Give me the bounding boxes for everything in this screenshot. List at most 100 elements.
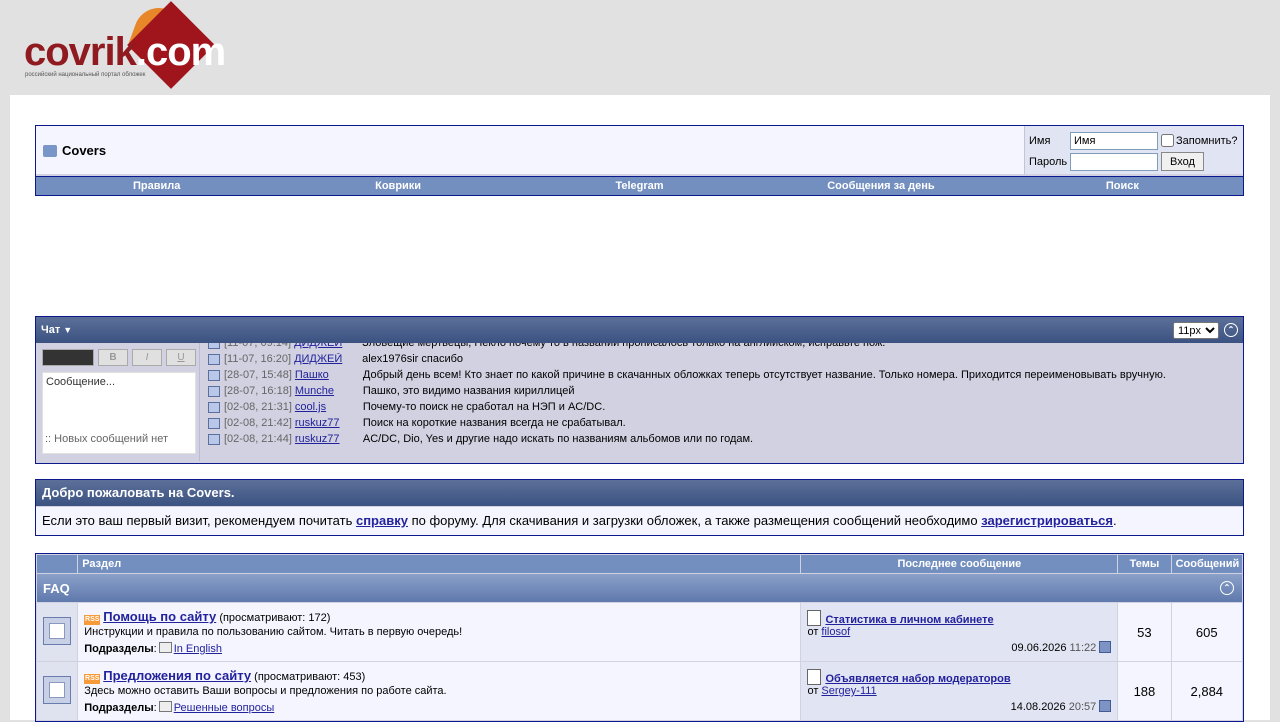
message-icon xyxy=(208,401,220,413)
rss-icon[interactable]: RSS xyxy=(84,615,101,625)
forum-info: RSS Предложения по сайту (просматривают: … xyxy=(78,662,801,720)
username-label: Имя xyxy=(1029,134,1051,147)
underline-button[interactable]: U xyxy=(166,349,196,366)
collapse-icon[interactable]: ⌃ xyxy=(1220,581,1234,595)
message-time: [02-08, 21:31] xyxy=(224,401,292,413)
nav-rules[interactable]: Правила xyxy=(36,177,277,195)
message-user-link[interactable]: ruskuz77 xyxy=(295,417,340,429)
chat-font-size-select[interactable]: 11px xyxy=(1173,322,1219,339)
register-link[interactable]: зарегистрироваться xyxy=(981,513,1113,528)
forum-row: RSS Помощь по сайту (просматривают: 172) И… xyxy=(37,603,1242,661)
message-time: [28-07, 15:48] xyxy=(224,369,292,381)
last-post-cell: Объявляется набор модераторов от Sergey-1… xyxy=(801,662,1118,720)
forum-viewing: (просматривают: 453) xyxy=(254,671,366,683)
message-time: [28-07, 16:18] xyxy=(224,385,292,397)
go-to-last-post-icon[interactable] xyxy=(1099,641,1112,653)
subforum-link[interactable]: Решенные вопросы xyxy=(174,702,275,714)
message-time: [02-08, 21:42] xyxy=(224,417,292,429)
password-label: Пароль xyxy=(1029,155,1068,168)
nav-links: Правила Коврики Telegram Сообщения за де… xyxy=(36,176,1243,195)
breadcrumb: Covers xyxy=(36,126,1024,174)
chevron-down-icon[interactable]: ▼ xyxy=(63,325,72,335)
category-header[interactable]: FAQ ⌃ xyxy=(37,574,1242,602)
remember-me[interactable]: Запомнить? xyxy=(1161,134,1238,147)
remember-checkbox[interactable] xyxy=(1161,134,1174,147)
category-title[interactable]: FAQ xyxy=(43,581,70,596)
welcome-title: Добро пожаловать на Covers. xyxy=(36,480,1243,506)
message-text: Поиск на короткие названия всегда не сра… xyxy=(362,417,626,429)
chat-header: Чат ▼ 11px ⌃ xyxy=(36,317,1243,343)
chat-title[interactable]: Чат xyxy=(41,324,60,336)
forum-title-link[interactable]: Помощь по сайту xyxy=(103,609,216,624)
navbar: Covers Имя Запомнить? Пароль Вход xyxy=(35,125,1244,196)
chat-message: [28-07, 15:48] Пашко Добрый день всем! Кто… xyxy=(208,367,1243,383)
chat-message-input[interactable]: Сообщение... :: Новых сообщений нет xyxy=(42,372,196,454)
logo-tagline: российский национальный портал обложек xyxy=(25,72,146,78)
page-content: Covers Имя Запомнить? Пароль Вход xyxy=(10,95,1270,722)
breadcrumb-current[interactable]: Covers xyxy=(62,143,106,158)
color-select[interactable] xyxy=(42,349,94,366)
subforum-link[interactable]: In English xyxy=(174,643,222,655)
folder-icon xyxy=(43,145,57,157)
message-user: Munche xyxy=(292,385,361,397)
logo-wordmark: covrik.com xyxy=(24,30,226,74)
login-button[interactable]: Вход xyxy=(1161,152,1204,171)
nav-search[interactable]: Поиск xyxy=(1002,177,1243,195)
collapse-icon[interactable]: ⌃ xyxy=(1224,323,1238,337)
message-text: AC/DC, Dio, Yes и другие надо искать по … xyxy=(362,433,754,445)
document-icon xyxy=(807,610,822,626)
thread-count: 53 xyxy=(1118,603,1171,661)
chat-message: [11-07, 09:14] ДИДЖЕЙ Зловещие мертвецы, П… xyxy=(208,343,1243,351)
subforum-icon xyxy=(158,701,172,712)
header-icon-col xyxy=(37,555,78,573)
message-time: [02-08, 21:44] xyxy=(224,433,292,445)
forum-icon-cell xyxy=(37,662,78,720)
forum-title-link[interactable]: Предложения по сайту xyxy=(103,668,251,683)
forum-subforums: Подразделы: In English xyxy=(84,642,222,655)
message-icon xyxy=(208,343,220,349)
post-count: 605 xyxy=(1171,603,1242,661)
nav-telegram[interactable]: Telegram xyxy=(519,177,760,195)
last-post-title[interactable]: Статистика в личном кабинете xyxy=(825,614,993,626)
message-time: [11-07, 09:14] xyxy=(224,343,292,349)
last-post-title[interactable]: Объявляется набор модераторов xyxy=(825,673,1010,685)
rss-icon[interactable]: RSS xyxy=(84,674,101,684)
chat-status: :: Новых сообщений нет xyxy=(45,433,169,445)
forum-icon-cell xyxy=(37,603,78,661)
chat-input-placeholder: Сообщение... xyxy=(46,376,116,388)
italic-button[interactable]: I xyxy=(132,349,162,366)
post-count: 2,884 xyxy=(1171,662,1242,720)
password-input[interactable] xyxy=(1070,152,1158,171)
last-post-date: 14.08.2026 20:57 xyxy=(807,700,1112,713)
header-last-post: Последнее сообщение xyxy=(801,555,1118,573)
message-user-link[interactable]: cool.js xyxy=(295,401,326,413)
site-logo[interactable]: covrik.com российский национальный порта… xyxy=(22,0,226,96)
remember-label: Запомнить? xyxy=(1176,134,1238,147)
subforum-icon xyxy=(158,642,172,653)
message-user-link[interactable]: ruskuz77 xyxy=(295,433,340,445)
chat-messages[interactable]: [11-07, 09:14] ДИДЖЕЙ Зловещие мертвецы, П… xyxy=(200,343,1243,461)
login-form: Имя Запомнить? Пароль Вход xyxy=(1024,126,1243,174)
last-post-user[interactable]: Sergey-111 xyxy=(821,685,876,697)
nav-todays-posts[interactable]: Сообщения за день xyxy=(760,177,1001,195)
document-icon xyxy=(807,669,822,685)
nav-mats[interactable]: Коврики xyxy=(277,177,518,195)
go-to-last-post-icon[interactable] xyxy=(1099,700,1112,712)
message-user-link[interactable]: ДИДЖЕЙ xyxy=(294,343,342,349)
message-icon xyxy=(208,385,220,397)
message-icon xyxy=(208,369,220,381)
message-user: ДИДЖЕЙ xyxy=(291,343,360,349)
header-threads: Темы xyxy=(1118,555,1171,573)
username-input[interactable] xyxy=(1070,131,1158,150)
bold-button[interactable]: B xyxy=(98,349,128,366)
message-text: Зловещие мертвецы, Пекло почему то в наз… xyxy=(362,343,886,349)
forum-viewing: (просматривают: 172) xyxy=(219,612,331,624)
help-link[interactable]: справку xyxy=(356,513,408,528)
message-user: ДИДЖЕЙ xyxy=(291,353,360,365)
chat-message: [02-08, 21:42] ruskuz77 Поиск на короткие … xyxy=(208,415,1243,431)
message-user-link[interactable]: ДИДЖЕЙ xyxy=(294,353,342,365)
message-user-link[interactable]: Пашко xyxy=(295,369,329,381)
last-post-user[interactable]: filosof xyxy=(821,626,850,638)
header: covrik.com российский национальный порта… xyxy=(0,0,1280,95)
message-user-link[interactable]: Munche xyxy=(295,385,334,397)
